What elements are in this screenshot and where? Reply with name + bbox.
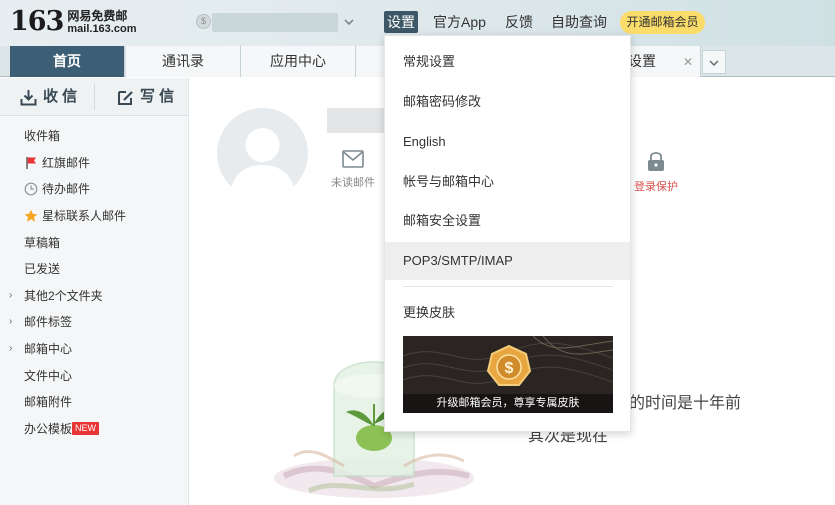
chevron-down-icon: [709, 60, 719, 66]
folder-other[interactable]: › 其他2个文件夹: [0, 283, 189, 309]
nav-settings[interactable]: 设置: [384, 11, 418, 33]
skin-promo-banner[interactable]: $ 升级邮箱会员，尊享专属皮肤: [403, 336, 613, 413]
folder-label: 办公模板: [24, 422, 73, 436]
menu-general-settings[interactable]: 常规设置: [385, 43, 630, 81]
tab-contacts[interactable]: 通讯录: [126, 46, 241, 77]
compose-button[interactable]: 写 信: [117, 78, 174, 116]
star-icon: [24, 209, 38, 222]
nav-self-service[interactable]: 自助查询: [551, 11, 607, 33]
user-name: [327, 108, 385, 133]
folder-label: 已发送: [24, 262, 61, 276]
folder-starred-contacts[interactable]: 星标联系人邮件: [0, 203, 189, 229]
chevron-right-icon[interactable]: ›: [9, 309, 12, 335]
logo[interactable]: 163 网易免费邮 mail.163.com: [10, 7, 136, 37]
folder-label: 邮箱中心: [24, 342, 73, 356]
sidebar: 收 信 写 信 收件箱 红旗邮件 待办邮件 星标联系人邮件 草稿箱 已发送 › …: [0, 78, 189, 505]
chevron-right-icon[interactable]: ›: [9, 283, 12, 309]
lock-icon: [648, 152, 664, 171]
logo-url: mail.163.com: [67, 23, 137, 35]
nav-official-app[interactable]: 官方App: [433, 11, 486, 33]
tab-app-center[interactable]: 应用中心: [241, 46, 356, 77]
compose-icon: [118, 90, 133, 105]
envelope-icon: [342, 150, 364, 168]
coin-icon[interactable]: $: [196, 14, 211, 29]
banner-caption: 升级邮箱会员，尊享专属皮肤: [403, 394, 613, 413]
avatar[interactable]: [217, 108, 308, 199]
folder-sent[interactable]: 已发送: [0, 256, 189, 282]
folder-todo[interactable]: 待办邮件: [0, 176, 189, 202]
menu-divider: [403, 286, 613, 287]
tabs-more-button[interactable]: [702, 50, 726, 74]
inbox-download-icon: [20, 89, 37, 105]
chevron-right-icon[interactable]: ›: [9, 336, 12, 362]
folder-office-templates[interactable]: 办公模板 NEW: [0, 416, 189, 442]
folder-flagged[interactable]: 红旗邮件: [0, 150, 189, 176]
folder-label: 待办邮件: [42, 182, 91, 196]
login-protect-label: 登录保护: [634, 181, 678, 193]
red-flag-icon: [26, 157, 36, 169]
logo-number: 163: [10, 6, 64, 37]
receive-button[interactable]: 收 信: [20, 78, 77, 116]
clock-icon: [24, 182, 38, 196]
folder-inbox[interactable]: 收件箱: [0, 123, 189, 149]
folder-label: 收件箱: [24, 129, 61, 143]
sidebar-actions: 收 信 写 信: [0, 78, 188, 116]
menu-security-settings[interactable]: 邮箱安全设置: [385, 202, 630, 240]
receive-label: 收 信: [43, 88, 78, 105]
menu-english[interactable]: English: [385, 123, 630, 161]
tab-home[interactable]: 首页: [10, 46, 125, 77]
vip-button[interactable]: 开通邮箱会员: [620, 11, 705, 34]
folder-label: 草稿箱: [24, 236, 61, 250]
divider: [94, 84, 95, 110]
logo-name: 网易免费邮: [67, 9, 128, 23]
menu-account-center[interactable]: 帐号与邮箱中心: [385, 163, 630, 201]
chevron-down-icon[interactable]: [342, 13, 356, 31]
login-protect-stat[interactable]: 登录保护: [621, 150, 691, 194]
quote-line-1: 的时间是十年前: [629, 395, 742, 412]
close-icon[interactable]: ✕: [683, 55, 693, 69]
settings-dropdown: 常规设置 邮箱密码修改 English 帐号与邮箱中心 邮箱安全设置 POP3/…: [384, 35, 631, 432]
folder-label: 邮件标签: [24, 315, 73, 329]
nav-feedback[interactable]: 反馈: [505, 11, 533, 33]
folder-label: 邮箱附件: [24, 395, 73, 409]
user-silhouette-icon: [229, 128, 296, 199]
unread-mail-stat[interactable]: 未读邮件: [318, 150, 388, 190]
folder-file-center[interactable]: 文件中心: [0, 363, 189, 389]
vip-coin-icon: $: [486, 344, 532, 386]
compose-label: 写 信: [140, 88, 175, 105]
unread-label: 未读邮件: [331, 177, 375, 189]
account-name[interactable]: [212, 13, 338, 32]
menu-change-password[interactable]: 邮箱密码修改: [385, 83, 630, 121]
folder-label: 星标联系人邮件: [42, 209, 127, 223]
folder-tags[interactable]: › 邮件标签: [0, 309, 189, 335]
folder-label: 文件中心: [24, 369, 73, 383]
folder-label: 其他2个文件夹: [24, 289, 103, 303]
menu-change-skin[interactable]: 更换皮肤: [385, 294, 630, 332]
folder-mail-center[interactable]: › 邮箱中心: [0, 336, 189, 362]
folder-drafts[interactable]: 草稿箱: [0, 230, 189, 256]
folder-label: 红旗邮件: [42, 156, 91, 170]
menu-pop3-smtp-imap[interactable]: POP3/SMTP/IMAP: [385, 242, 630, 280]
svg-text:$: $: [505, 360, 514, 377]
folder-attachments[interactable]: 邮箱附件: [0, 389, 189, 415]
new-badge: NEW: [72, 422, 99, 435]
